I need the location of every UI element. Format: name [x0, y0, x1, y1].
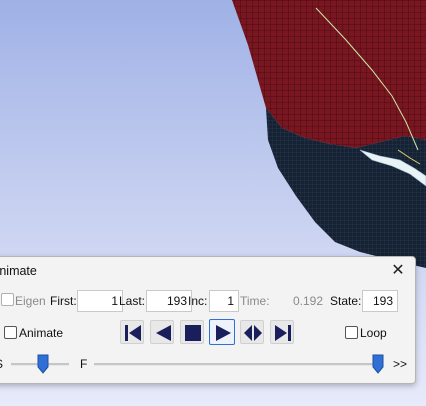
- s-slider-thumb[interactable]: [37, 354, 49, 374]
- f-slider-track[interactable]: [94, 363, 378, 366]
- close-icon[interactable]: ✕: [387, 260, 409, 282]
- play-forward-icon: [216, 325, 231, 341]
- skip-to-end-button[interactable]: [270, 320, 294, 344]
- playback-row: Animate Loop: [0, 319, 415, 346]
- state-field[interactable]: [362, 290, 398, 312]
- skip-to-end-icon: [275, 325, 291, 341]
- play-reverse-forward-button[interactable]: [240, 320, 264, 344]
- stop-icon: [185, 325, 201, 341]
- play-reverse-forward-icon: [244, 325, 262, 341]
- dialog-title-bar: Animate ✕: [0, 257, 415, 285]
- rewind-to-start-button[interactable]: [120, 320, 144, 344]
- f-slider-label: F: [80, 357, 88, 371]
- animate-dialog: Animate ✕ Eigen First: Last: Inc: Time: …: [0, 256, 416, 384]
- stop-button[interactable]: [180, 320, 204, 344]
- dialog-title: Animate: [0, 264, 37, 278]
- inc-label: Inc:: [188, 294, 208, 308]
- more-button[interactable]: >>: [393, 357, 407, 371]
- rewind-to-start-icon: [125, 325, 141, 341]
- play-forward-button[interactable]: [209, 319, 235, 345]
- inc-field[interactable]: [209, 290, 239, 312]
- first-field[interactable]: [77, 290, 123, 312]
- animate-label: Animate: [19, 326, 64, 340]
- f-slider-thumb[interactable]: [372, 354, 384, 374]
- loop-checkbox[interactable]: [345, 326, 358, 339]
- s-slider-label: S: [0, 357, 3, 371]
- time-value: 0.192: [292, 294, 323, 308]
- loop-label: Loop: [360, 326, 387, 340]
- state-label: State:: [330, 294, 362, 308]
- step-backward-icon: [156, 325, 171, 341]
- time-label: Time:: [240, 294, 270, 308]
- frame-settings-row: Eigen First: Last: Inc: Time: 0.192 Stat…: [0, 290, 415, 312]
- animate-checkbox[interactable]: [4, 326, 17, 339]
- step-backward-button[interactable]: [150, 320, 174, 344]
- last-label: Last:: [119, 294, 146, 308]
- speed-slider-row: S F >>: [0, 353, 415, 375]
- eigen-label: Eigen: [15, 294, 46, 308]
- last-field[interactable]: [146, 290, 192, 312]
- first-label: First:: [50, 294, 77, 308]
- eigen-checkbox[interactable]: [1, 293, 14, 306]
